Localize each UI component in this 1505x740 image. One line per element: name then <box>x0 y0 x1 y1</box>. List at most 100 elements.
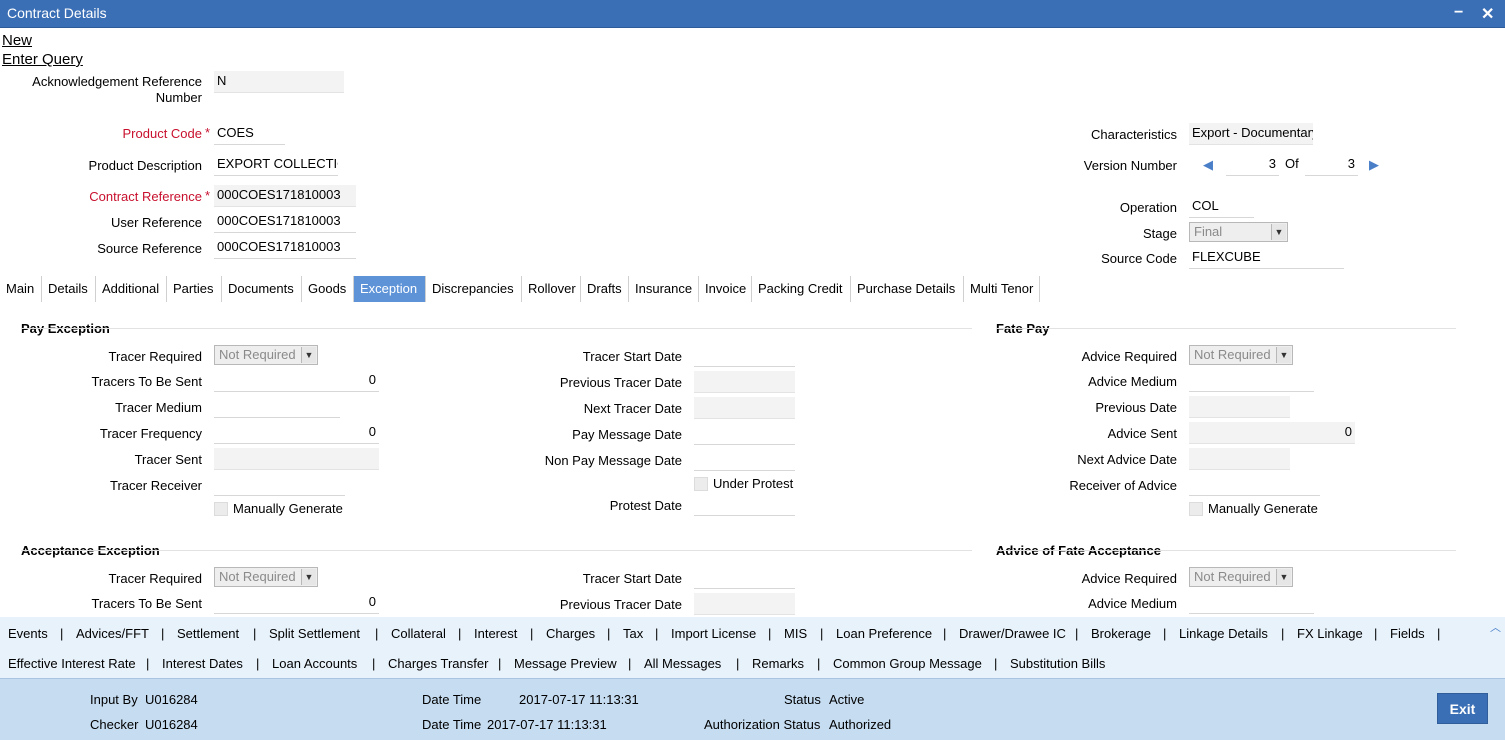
next-tracer-date-field[interactable] <box>694 397 795 419</box>
charges-transfer-button[interactable]: Charges Transfer <box>388 656 488 671</box>
message-preview-button[interactable]: Message Preview <box>514 656 617 671</box>
pay-message-date-field[interactable] <box>694 423 795 445</box>
mis-button[interactable]: MIS <box>784 626 807 641</box>
input-date-time-label: Date Time <box>422 692 482 707</box>
drawer-drawee-ic-button[interactable]: Drawer/Drawee IC <box>959 626 1066 641</box>
enter-query-link[interactable]: Enter Query <box>2 51 83 68</box>
source-ref-field[interactable]: 000COES171810003 <box>214 237 356 259</box>
fx-linkage-button[interactable]: FX Linkage <box>1297 626 1363 641</box>
separator: | <box>994 656 998 671</box>
collateral-button[interactable]: Collateral <box>391 626 446 641</box>
acc-previous-tracer-date-field[interactable] <box>694 593 795 615</box>
tab-parties[interactable]: Parties <box>167 276 222 302</box>
close-icon[interactable]: ✕ <box>1481 4 1494 24</box>
events-button[interactable]: Events <box>8 626 48 641</box>
acc-tracers-to-be-sent-field[interactable]: 0 <box>214 592 379 614</box>
source-code-field[interactable]: FLEXCUBE <box>1189 247 1344 269</box>
tab-goods[interactable]: Goods <box>302 276 354 302</box>
effective-interest-rate-button[interactable]: Effective Interest Rate <box>8 656 136 671</box>
tracer-frequency-field[interactable]: 0 <box>214 422 379 444</box>
brokerage-button[interactable]: Brokerage <box>1091 626 1151 641</box>
advice-required-select[interactable]: Not Required ▼ <box>1189 345 1293 365</box>
tracer-required-select[interactable]: Not Required ▼ <box>214 345 318 365</box>
linkage-details-button[interactable]: Linkage Details <box>1179 626 1268 641</box>
new-link[interactable]: New <box>2 32 32 49</box>
operation-label: Operation <box>1119 200 1177 215</box>
collapse-up-icon[interactable]: ︿ <box>1490 619 1501 635</box>
loan-accounts-button[interactable]: Loan Accounts <box>272 656 357 671</box>
advice-medium-field[interactable] <box>1189 370 1314 392</box>
window-titlebar: Contract Details − ✕ <box>0 0 1505 28</box>
next-version-icon[interactable]: ▶ <box>1369 157 1379 173</box>
minimize-icon[interactable]: − <box>1454 4 1463 22</box>
tracer-sent-field[interactable] <box>214 448 379 470</box>
chevron-down-icon: ▼ <box>1271 224 1286 240</box>
tab-additional[interactable]: Additional <box>96 276 167 302</box>
tab-insurance[interactable]: Insurance <box>629 276 699 302</box>
settlement-button[interactable]: Settlement <box>177 626 239 641</box>
window-title: Contract Details <box>7 5 107 21</box>
operation-field[interactable]: COL <box>1189 196 1254 218</box>
substitution-bills-button[interactable]: Substitution Bills <box>1010 656 1105 671</box>
charges-button[interactable]: Charges <box>546 626 595 641</box>
manually-generate-checkbox[interactable] <box>214 502 228 516</box>
split-settlement-button[interactable]: Split Settlement <box>269 626 360 641</box>
acc-tracer-required-select[interactable]: Not Required ▼ <box>214 567 318 587</box>
tab-exception[interactable]: Exception <box>354 276 426 302</box>
import-license-button[interactable]: Import License <box>671 626 756 641</box>
receiver-of-advice-field[interactable] <box>1189 474 1320 496</box>
product-code-field[interactable]: COES <box>214 123 285 145</box>
tab-main[interactable]: Main <box>0 276 42 302</box>
advice-sent-field[interactable]: 0 <box>1189 422 1355 444</box>
version-total-field[interactable]: 3 <box>1305 154 1358 176</box>
tab-rollover[interactable]: Rollover <box>522 276 581 302</box>
acc-advice-required-select[interactable]: Not Required ▼ <box>1189 567 1293 587</box>
interest-dates-button[interactable]: Interest Dates <box>162 656 243 671</box>
exit-button[interactable]: Exit <box>1437 693 1488 724</box>
manually-generate-advice-checkbox[interactable] <box>1189 502 1203 516</box>
non-pay-message-date-field[interactable] <box>694 449 795 471</box>
previous-tracer-date-field[interactable] <box>694 371 795 393</box>
characteristics-field[interactable]: Export - Documentary <box>1189 123 1313 145</box>
common-group-message-button[interactable]: Common Group Message <box>833 656 982 671</box>
tax-button[interactable]: Tax <box>623 626 643 641</box>
tab-drafts[interactable]: Drafts <box>581 276 629 302</box>
version-current-field[interactable]: 3 <box>1226 154 1279 176</box>
user-ref-label: User Reference <box>110 215 202 230</box>
separator: | <box>530 626 534 641</box>
protest-date-field[interactable] <box>694 494 795 516</box>
remarks-button[interactable]: Remarks <box>752 656 804 671</box>
ack-ref-field[interactable]: N <box>214 71 344 93</box>
separator: | <box>60 626 64 641</box>
tracer-frequency-label: Tracer Frequency <box>99 426 202 441</box>
tab-discrepancies[interactable]: Discrepancies <box>426 276 522 302</box>
all-messages-button[interactable]: All Messages <box>644 656 721 671</box>
previous-version-icon[interactable]: ◀ <box>1203 157 1213 173</box>
next-advice-date-field[interactable] <box>1189 448 1290 470</box>
separator: | <box>1281 626 1285 641</box>
separator: | <box>736 656 740 671</box>
acc-tracer-start-date-field[interactable] <box>694 567 795 589</box>
tab-multi-tenor[interactable]: Multi Tenor <box>964 276 1040 302</box>
product-desc-field[interactable]: EXPORT COLLECTION <box>214 154 338 176</box>
loan-preference-button[interactable]: Loan Preference <box>836 626 932 641</box>
acc-advice-medium-field[interactable] <box>1189 592 1314 614</box>
tab-documents[interactable]: Documents <box>222 276 302 302</box>
tracer-start-date-field[interactable] <box>694 345 795 367</box>
stage-select[interactable]: Final ▼ <box>1189 222 1288 242</box>
user-ref-field[interactable]: 000COES171810003 <box>214 211 356 233</box>
tab-packing-credit[interactable]: Packing Credit <box>752 276 851 302</box>
section-divider <box>21 550 972 551</box>
advices-fft-button[interactable]: Advices/FFT <box>76 626 149 641</box>
tracer-receiver-field[interactable] <box>214 474 345 496</box>
interest-button[interactable]: Interest <box>474 626 517 641</box>
tracer-medium-field[interactable] <box>214 396 340 418</box>
contract-ref-field[interactable]: 000COES171810003 <box>214 185 356 207</box>
fields-button[interactable]: Fields <box>1390 626 1425 641</box>
previous-date-field[interactable] <box>1189 396 1290 418</box>
under-protest-checkbox[interactable] <box>694 477 708 491</box>
tab-purchase-details[interactable]: Purchase Details <box>851 276 964 302</box>
tab-details[interactable]: Details <box>42 276 96 302</box>
tracers-to-be-sent-field[interactable]: 0 <box>214 370 379 392</box>
tab-invoice[interactable]: Invoice <box>699 276 752 302</box>
